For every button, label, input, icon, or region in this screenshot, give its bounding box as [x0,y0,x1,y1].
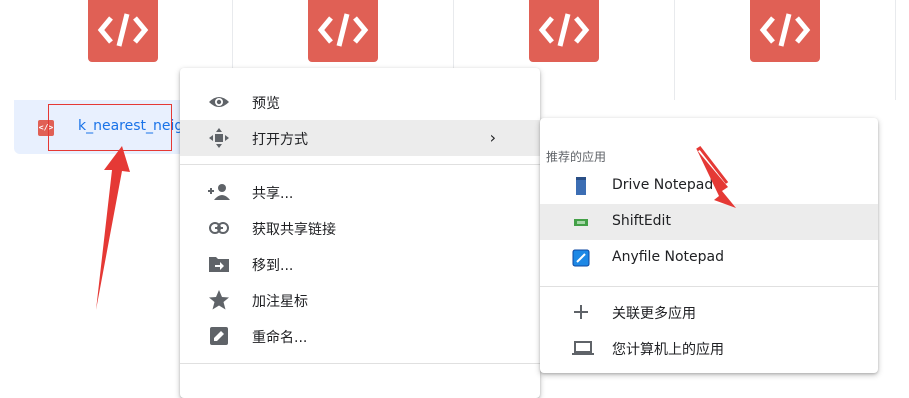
open-with-submenu: 推荐的应用 Drive Notepad ShiftEdit Anyfile No… [540,118,878,373]
star-icon [208,290,230,310]
app-item-shiftedit[interactable]: ShiftEdit [540,204,878,240]
chevron-right-icon: › [489,128,496,147]
submenu-divider [540,286,878,287]
link-icon [208,218,230,238]
menu-item-star[interactable]: 加注星标 [180,282,540,318]
menu-divider [180,164,540,165]
code-file-icon [750,0,820,62]
app-label: Anyfile Notepad [612,249,724,265]
move-arrows-icon [208,128,230,148]
annotation-arrow-left [96,146,130,310]
shiftedit-icon [572,213,590,231]
app-item-anyfile-notepad[interactable]: Anyfile Notepad [540,240,878,276]
edit-icon [208,326,230,346]
code-file-icon [88,0,158,62]
anyfile-icon [572,249,590,267]
action-apps-on-computer[interactable]: 您计算机上的应用 [540,330,878,366]
annotation-highlight-box [48,104,172,151]
menu-item-share[interactable]: 共享... [180,174,540,210]
file-tile[interactable] [675,0,896,100]
context-menu: 预览 打开方式 › 共享... 获取共享链接 移到... 加注星标 重命名... [180,68,540,398]
menu-item-get-link[interactable]: 获取共享链接 [180,210,540,246]
menu-item-label: 加注星标 [252,294,308,310]
submenu-header: 推荐的应用 [546,150,607,164]
app-item-drive-notepad[interactable]: Drive Notepad [540,168,878,204]
action-connect-more-apps[interactable]: 关联更多应用 [540,294,878,330]
menu-item-rename[interactable]: 重命名... [180,318,540,354]
menu-item-label: 打开方式 [252,132,308,148]
menu-item-preview[interactable]: 预览 [180,84,540,120]
menu-item-label: 获取共享链接 [252,222,336,238]
menu-divider [180,363,540,364]
menu-item-label: 重命名... [252,330,308,346]
action-label: 关联更多应用 [612,306,696,322]
menu-item-label: 共享... [252,186,294,202]
menu-item-label: 预览 [252,96,280,112]
menu-item-label: 移到... [252,258,294,274]
add-person-icon [208,182,230,202]
menu-item-open-with[interactable]: 打开方式 › [180,120,540,156]
app-label: Drive Notepad [612,177,714,193]
app-label: ShiftEdit [612,213,671,229]
action-label: 您计算机上的应用 [612,342,724,358]
plus-icon [572,303,590,321]
menu-item-move-to[interactable]: 移到... [180,246,540,282]
eye-icon [208,92,230,112]
code-file-icon [308,0,378,62]
folder-move-icon [208,254,230,274]
notepad-icon [572,177,590,195]
code-file-icon [529,0,599,62]
laptop-icon [572,339,594,357]
